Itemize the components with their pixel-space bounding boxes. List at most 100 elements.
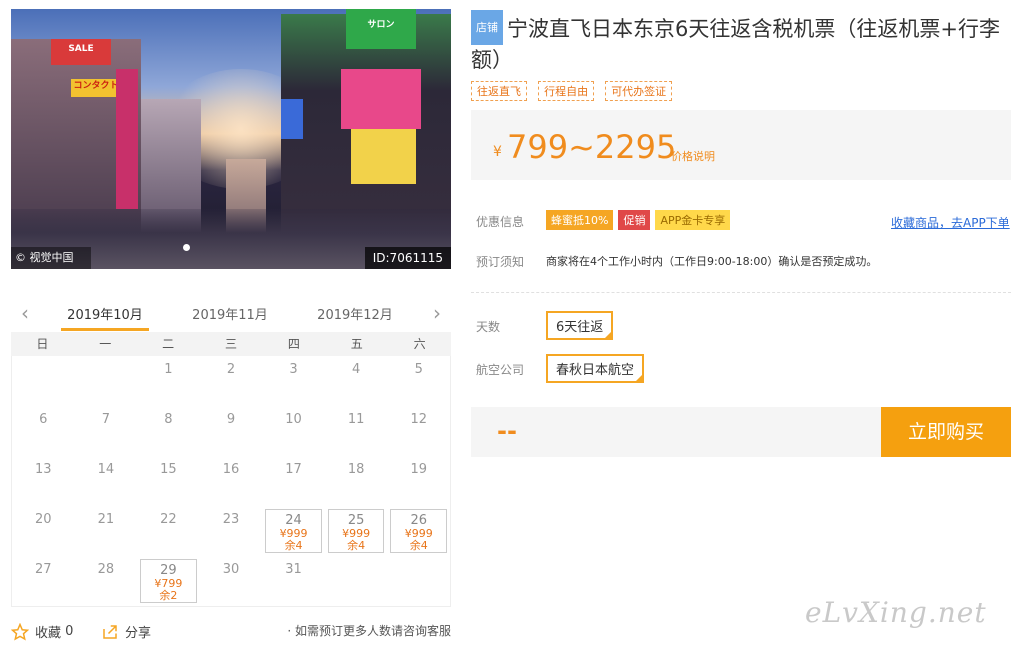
calendar-day-available[interactable]: 29 ¥799 余2 (140, 559, 197, 603)
carousel-dot[interactable] (183, 244, 190, 251)
booking-notice-row: 预订须知 商家将在4个工作小时内（工作日9:00-18:00）确认是否预定成功。 (476, 253, 877, 270)
hero-sign-screen (351, 129, 416, 184)
chevron-right-icon[interactable]: › (429, 303, 445, 323)
calendar-day-available[interactable]: 26 ¥999 余4 (390, 509, 447, 553)
promo-label: 优惠信息 (476, 215, 525, 229)
calendar-day[interactable]: 17 (262, 456, 325, 506)
calendar-day[interactable]: 12 (387, 406, 450, 456)
favorite-button[interactable]: 收藏 0 (11, 622, 73, 641)
share-icon (103, 624, 117, 639)
image-credit: © 视觉中国 (11, 247, 91, 269)
booking-notice-text: 商家将在4个工作小时内（工作日9:00-18:00）确认是否预定成功。 (546, 255, 878, 268)
day-number: 1 (164, 362, 173, 377)
day-number: 23 (222, 512, 240, 527)
calendar-day[interactable]: 23 (200, 506, 263, 556)
tab-month-oct[interactable]: 2019年10月 (61, 304, 149, 331)
calendar-day[interactable]: 4 (325, 356, 388, 406)
day-number: 2 (226, 362, 236, 377)
day-number: 10 (285, 412, 302, 427)
day-number: 25 (347, 513, 365, 528)
product-hero-image[interactable]: SALE コンタクト サロン © 视觉中国 ID:7061115 (11, 9, 451, 269)
calendar-day[interactable]: 21 (75, 506, 138, 556)
day-number: 11 (347, 412, 365, 427)
price-range: 799~2295 (507, 128, 677, 166)
promo-badges: 蜂蜜抵10% 促销 APP金卡专享 (546, 210, 735, 230)
day-number: 27 (35, 562, 52, 577)
carousel-dots[interactable] (183, 236, 196, 255)
tab-month-nov[interactable]: 2019年11月 (186, 304, 274, 323)
weekday-label: 五 (350, 337, 363, 351)
price-currency: ¥ (493, 144, 502, 160)
airline-option-wrap: 春秋日本航空 (546, 354, 645, 383)
airline-label: 航空公司 (476, 363, 525, 377)
calendar-day-available[interactable]: 24 ¥999 余4 (265, 509, 322, 553)
calendar-day[interactable]: 20 (12, 506, 75, 556)
days-option-wrap: 6天往返 (546, 311, 614, 340)
calendar-day[interactable]: 15 (137, 456, 200, 506)
app-order-link[interactable]: 收藏商品，去APP下单 (891, 214, 1010, 231)
days-option-selected[interactable]: 6天往返 (546, 311, 614, 340)
day-number: 17 (285, 462, 302, 477)
weekday-label: 一 (99, 337, 112, 351)
days-option-row: 天数 6天往返 (476, 311, 614, 340)
chevron-left-icon[interactable]: ‹ (17, 303, 33, 323)
day-number: 14 (97, 462, 115, 477)
calendar-day[interactable]: 7 (75, 406, 138, 456)
calendar-day[interactable]: 3 (262, 356, 325, 406)
product-title-text: 宁波直飞日本东京6天往返含税机票（往返机票+行李额） (471, 17, 1000, 72)
share-button[interactable]: 分享 (101, 622, 151, 641)
favorite-label: 收藏 (35, 626, 62, 641)
promo-badge-honey: 蜂蜜抵10% (546, 210, 614, 230)
calendar-day[interactable]: 11 (325, 406, 388, 456)
calendar-day[interactable]: 31 (262, 556, 325, 606)
buy-now-button[interactable]: 立即购买 (881, 407, 1011, 457)
calendar-day[interactable]: 1 (137, 356, 200, 406)
shop-tag[interactable]: 店铺 (471, 10, 503, 45)
days-label: 天数 (476, 320, 501, 334)
calendar-day[interactable]: 22 (137, 506, 200, 556)
airline-option-selected[interactable]: 春秋日本航空 (546, 354, 645, 383)
tab-month-dec[interactable]: 2019年12月 (311, 304, 399, 323)
calendar-day[interactable]: 28 (75, 556, 138, 606)
calendar-day[interactable]: 27 (12, 556, 75, 606)
day-number: 12 (410, 412, 427, 427)
selected-price-placeholder: -- (497, 417, 517, 445)
calendar-day[interactable]: 6 (12, 406, 75, 456)
calendar-day[interactable]: 13 (12, 456, 75, 506)
calendar-day[interactable]: 18 (325, 456, 388, 506)
hero-sign-red: SALE (51, 39, 111, 65)
feature-tag: 往返直飞 (471, 81, 527, 101)
day-number: 22 (160, 512, 177, 527)
calendar-day[interactable]: 16 (200, 456, 263, 506)
feature-tag: 行程自由 (538, 81, 595, 101)
site-watermark: eLvXing.net (805, 596, 987, 629)
promo-badge-sale: 促销 (618, 210, 651, 230)
day-number: 20 (35, 512, 52, 527)
calendar-day[interactable]: 5 (387, 356, 450, 406)
day-number: 8 (164, 412, 173, 427)
image-id: ID:7061115 (364, 247, 451, 269)
day-remaining: 余4 (347, 539, 366, 552)
star-icon (11, 622, 29, 641)
calendar-day-available[interactable]: 25 ¥999 余4 (327, 509, 385, 553)
day-number: 24 (285, 513, 302, 528)
airline-option-row: 航空公司 春秋日本航空 (476, 354, 645, 383)
calendar-day[interactable]: 10 (262, 406, 325, 456)
calendar-day[interactable]: 14 (75, 456, 138, 506)
product-feature-tags: 往返直飞 行程自由 可代办签证 (471, 80, 678, 101)
day-number: 18 (347, 462, 365, 477)
day-number: 6 (39, 412, 48, 427)
calendar-day[interactable]: 30 (200, 556, 263, 606)
weekday-label: 日 (36, 337, 49, 351)
calendar-day[interactable]: 8 (137, 406, 200, 456)
calendar-day[interactable]: 9 (200, 406, 263, 456)
calendar-month-nav: ‹ 2019年10月 2019年11月 2019年12月 › (11, 296, 451, 332)
calendar-day[interactable]: 19 (387, 456, 450, 506)
weekday-label: 四 (287, 337, 300, 351)
promo-badge-app-gold: APP金卡专享 (655, 210, 731, 230)
product-title: 店铺 宁波直飞日本东京6天往返含税机票（往返机票+行李额） (471, 10, 1011, 76)
price-explain-link[interactable]: 价格说明 (671, 148, 715, 164)
day-remaining: 余4 (284, 539, 303, 552)
share-label: 分享 (125, 626, 152, 641)
calendar-day[interactable]: 2 (200, 356, 263, 406)
